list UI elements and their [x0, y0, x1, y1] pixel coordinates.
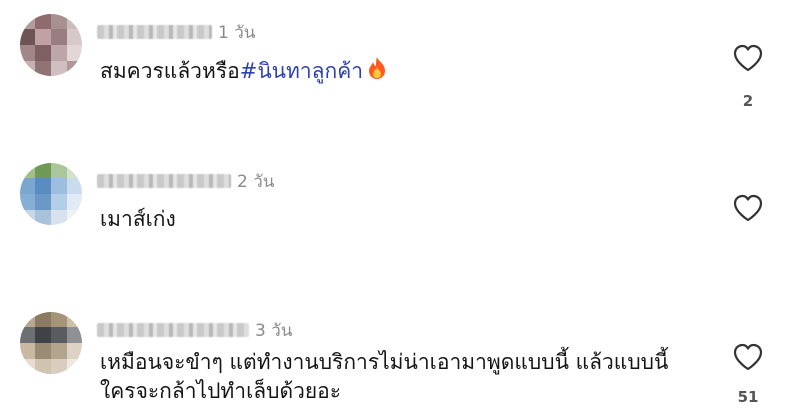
like-button[interactable] [732, 342, 764, 372]
avatar-pixel [67, 29, 82, 45]
avatar-pixel [51, 45, 67, 61]
comment-time: 1 วัน [218, 22, 256, 43]
avatar[interactable] [20, 14, 82, 76]
hashtag-link[interactable]: #นินทาลูกค้า [240, 59, 363, 83]
avatar-pixel [35, 327, 51, 343]
avatar-pixel [51, 29, 67, 45]
avatar-pixel [51, 194, 67, 210]
username-blurred[interactable] [97, 323, 249, 337]
avatar-pixel [67, 359, 82, 374]
avatar[interactable] [20, 163, 82, 225]
avatar-pixel [20, 194, 35, 210]
avatar-pixel [20, 359, 35, 374]
avatar-pixel [67, 312, 82, 327]
avatar-pixel [20, 327, 35, 343]
avatar-pixel [51, 327, 67, 343]
avatar-pixel [67, 343, 82, 359]
username-blurred[interactable] [97, 174, 231, 188]
avatar-pixel [51, 312, 67, 327]
avatar-pixel [35, 312, 51, 327]
avatar-pixel [51, 14, 67, 29]
heart-outline-icon [733, 44, 763, 72]
fire-icon [367, 56, 387, 88]
avatar-pixel [35, 163, 51, 178]
avatar-pixel [20, 45, 35, 61]
avatar-pixel [51, 359, 67, 374]
avatar-pixel [20, 61, 35, 76]
comment-meta: 1 วัน [97, 20, 255, 44]
avatar-pixel [67, 210, 82, 225]
comment-text-line: เหมือนจะขำๆ แต่ทำงานบริการไม่น่าเอามาพูด… [100, 350, 669, 374]
avatar-pixel [35, 343, 51, 359]
comment-text: สมควรแล้วหรือ#นินทาลูกค้า [100, 56, 387, 88]
comment-text-plain: สมควรแล้วหรือ [100, 59, 240, 83]
comment-text: เมาส์เก่ง [100, 205, 176, 234]
avatar-pixel [67, 45, 82, 61]
like-button[interactable] [732, 43, 764, 73]
avatar-pixel [51, 210, 67, 225]
username-blurred[interactable] [97, 25, 212, 39]
avatar-pixel [20, 312, 35, 327]
avatar-pixel [51, 61, 67, 76]
avatar-pixel [35, 194, 51, 210]
avatar-pixel [67, 14, 82, 29]
avatar-pixel [20, 210, 35, 225]
like-count: 51 [737, 388, 759, 406]
avatar-pixel [51, 343, 67, 359]
avatar[interactable] [20, 312, 82, 374]
comment-meta: 3 วัน [97, 318, 292, 342]
comment-meta: 2 วัน [97, 169, 274, 193]
avatar-pixel [35, 359, 51, 374]
comment-text-line: ใครจะกล้าไปทำเล็บด้วยอะ [100, 379, 342, 403]
avatar-pixel [51, 163, 67, 178]
avatar-pixel [67, 61, 82, 76]
avatar-pixel [35, 210, 51, 225]
heart-outline-icon [733, 194, 763, 222]
avatar-pixel [67, 178, 82, 194]
comment-text: เหมือนจะขำๆ แต่ทำงานบริการไม่น่าเอามาพูด… [100, 348, 668, 406]
avatar-pixel [35, 45, 51, 61]
avatar-pixel [35, 178, 51, 194]
avatar-pixel [20, 163, 35, 178]
avatar-pixel [35, 14, 51, 29]
avatar-pixel [20, 14, 35, 29]
avatar-pixel [67, 194, 82, 210]
avatar-pixel [67, 163, 82, 178]
comment-text-plain: เมาส์เก่ง [100, 207, 176, 231]
avatar-pixel [20, 343, 35, 359]
comment-list: 1 วัน สมควรแล้วหรือ#นินทาลูกค้า 2 2 วัน … [0, 0, 800, 417]
avatar-pixel [67, 327, 82, 343]
avatar-pixel [20, 178, 35, 194]
like-count: 2 [742, 92, 754, 110]
like-button[interactable] [732, 193, 764, 223]
avatar-pixel [20, 29, 35, 45]
avatar-pixel [51, 178, 67, 194]
heart-outline-icon [733, 343, 763, 371]
avatar-pixel [35, 61, 51, 76]
comment-time: 3 วัน [255, 320, 293, 341]
avatar-pixel [35, 29, 51, 45]
comment-time: 2 วัน [237, 171, 275, 192]
